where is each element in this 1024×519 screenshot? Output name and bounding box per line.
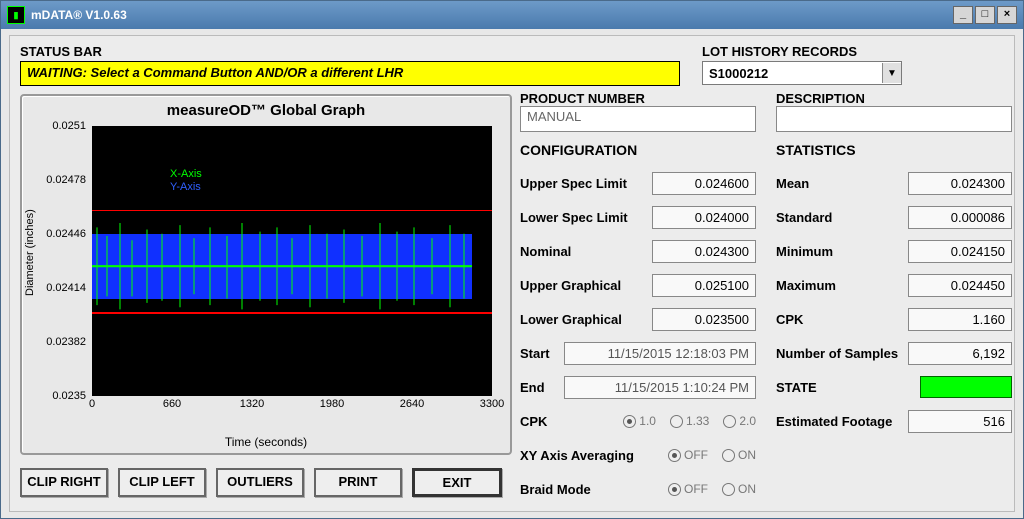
cpk-opt-133[interactable]: 1.33	[670, 414, 709, 428]
mean-value: 0.024300	[908, 172, 1012, 195]
lhr-selected: S1000212	[703, 66, 882, 81]
status-bar: WAITING: Select a Command Button AND/OR …	[20, 61, 680, 86]
lower-spec-line	[92, 312, 492, 314]
cpk-opt-2[interactable]: 2.0	[723, 414, 756, 428]
braid-off[interactable]: OFF	[668, 482, 708, 496]
max-value: 0.024450	[908, 274, 1012, 297]
plot-area: X-Axis Y-Axis	[92, 126, 492, 396]
xyavg-off[interactable]: OFF	[668, 448, 708, 462]
minimize-button[interactable]: _	[953, 6, 973, 24]
graph-xlabel: Time (seconds)	[22, 435, 510, 449]
cpk-value: 1.160	[908, 308, 1012, 331]
braid-label: Braid Mode	[520, 482, 668, 497]
mean-label: Mean	[776, 176, 908, 191]
std-label: Standard	[776, 210, 908, 225]
lsl-label: Lower Spec Limit	[520, 210, 652, 225]
nominal-value[interactable]: 0.024300	[652, 240, 756, 263]
end-label: End	[520, 380, 564, 395]
state-label: STATE	[776, 380, 920, 395]
close-button[interactable]: ×	[997, 6, 1017, 24]
lgl-label: Lower Graphical	[520, 312, 652, 327]
samples-value: 6,192	[908, 342, 1012, 365]
status-bar-label: STATUS BAR	[20, 44, 680, 59]
exit-button[interactable]: EXIT	[412, 468, 502, 497]
std-value: 0.000086	[908, 206, 1012, 229]
product-number-field[interactable]: MANUAL	[520, 106, 756, 132]
cpk-opt-1[interactable]: 1.0	[623, 414, 656, 428]
maximize-button[interactable]: □	[975, 6, 995, 24]
lsl-value[interactable]: 0.024000	[652, 206, 756, 229]
clip-right-button[interactable]: CLIP RIGHT	[20, 468, 108, 497]
product-number-label: PRODUCT NUMBER	[520, 91, 756, 106]
lhr-label: LOT HISTORY RECORDS	[702, 44, 902, 59]
configuration-title: CONFIGURATION	[520, 142, 756, 158]
end-value[interactable]: 11/15/2015 1:10:24 PM	[564, 376, 756, 399]
chevron-down-icon: ▼	[882, 63, 901, 83]
cpk-label: CPK	[776, 312, 908, 327]
description-field[interactable]	[776, 106, 1012, 132]
graph-yticks: 0.0251 0.02478 0.02446 0.02414 0.02382 0…	[40, 126, 90, 396]
graph-legend: X-Axis Y-Axis	[170, 168, 202, 194]
window-titlebar: ▮ mDATA® V1.0.63 _ □ ×	[1, 1, 1023, 29]
print-button[interactable]: PRINT	[314, 468, 402, 497]
max-label: Maximum	[776, 278, 908, 293]
graph-xticks: 0 660 1320 1980 2640 3300	[92, 398, 492, 412]
window-title: mDATA® V1.0.63	[31, 8, 127, 22]
graph-panel: measureOD™ Global Graph Diameter (inches…	[20, 94, 512, 455]
xyavg-label: XY Axis Averaging	[520, 448, 668, 463]
graph-title: measureOD™ Global Graph	[22, 96, 510, 123]
footage-label: Estimated Footage	[776, 414, 908, 429]
legend-y: Y-Axis	[170, 181, 202, 194]
ugl-label: Upper Graphical	[520, 278, 652, 293]
min-label: Minimum	[776, 244, 908, 259]
samples-label: Number of Samples	[776, 346, 908, 361]
xyavg-on[interactable]: ON	[722, 448, 756, 462]
min-value: 0.024150	[908, 240, 1012, 263]
outliers-button[interactable]: OUTLIERS	[216, 468, 304, 497]
footage-value: 516	[908, 410, 1012, 433]
nominal-label: Nominal	[520, 244, 652, 259]
description-label: DESCRIPTION	[776, 91, 1012, 106]
start-label: Start	[520, 346, 564, 361]
series-x	[92, 223, 472, 309]
cpk-sel-label: CPK	[520, 414, 623, 429]
braid-on[interactable]: ON	[722, 482, 756, 496]
usl-value[interactable]: 0.024600	[652, 172, 756, 195]
clip-left-button[interactable]: CLIP LEFT	[118, 468, 206, 497]
upper-spec-line	[92, 210, 492, 212]
graph-ylabel: Diameter (inches)	[24, 209, 36, 296]
state-indicator	[920, 376, 1012, 398]
ugl-value[interactable]: 0.025100	[652, 274, 756, 297]
usl-label: Upper Spec Limit	[520, 176, 652, 191]
lgl-value[interactable]: 0.023500	[652, 308, 756, 331]
legend-x: X-Axis	[170, 168, 202, 181]
statistics-title: STATISTICS	[776, 142, 1012, 158]
start-value[interactable]: 11/15/2015 12:18:03 PM	[564, 342, 756, 365]
lhr-dropdown[interactable]: S1000212 ▼	[702, 61, 902, 85]
content-area: STATUS BAR WAITING: Select a Command But…	[9, 35, 1015, 512]
app-icon: ▮	[7, 6, 25, 24]
